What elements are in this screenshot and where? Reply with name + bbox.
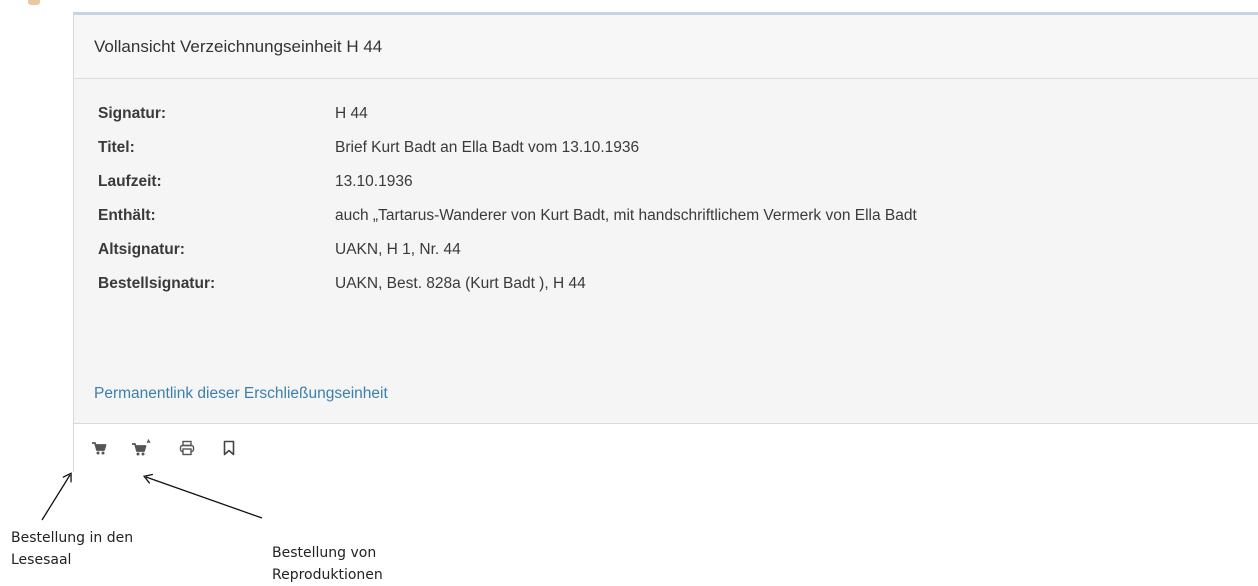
row-value: UAKN, H 1, Nr. 44 bbox=[335, 241, 461, 258]
row-label: Bestellsignatur: bbox=[98, 275, 216, 292]
annotation-reproduction-line1: Bestellung von bbox=[272, 545, 377, 561]
action-toolbar bbox=[74, 423, 1258, 472]
arrow-reproduction bbox=[146, 477, 263, 519]
permalink-link[interactable]: Permanentlink dieser Erschließungseinhei… bbox=[94, 385, 388, 403]
panel-body: Signatur: H 44 Titel: Brief Kurt Badt an… bbox=[74, 79, 1258, 301]
bookmark-icon[interactable] bbox=[219, 438, 239, 458]
detail-panel: Vollansicht Verzeichnungseinheit H 44 Si… bbox=[73, 12, 1258, 472]
panel-title: Vollansicht Verzeichnungseinheit H 44 bbox=[94, 36, 383, 56]
row-label: Enthält: bbox=[98, 207, 156, 224]
row-label: Titel: bbox=[98, 139, 135, 156]
table-row: Altsignatur: UAKN, H 1, Nr. 44 bbox=[98, 233, 917, 267]
row-label: Laufzeit: bbox=[98, 173, 162, 190]
row-label: Altsignatur: bbox=[98, 241, 185, 258]
arrow-reading-room bbox=[41, 475, 70, 521]
cart-reproduction-icon[interactable] bbox=[131, 438, 151, 458]
annotation-reading-room: Bestellung in den Lesesaal bbox=[11, 527, 133, 571]
panel-header: Vollansicht Verzeichnungseinheit H 44 bbox=[74, 15, 1258, 79]
row-value: Brief Kurt Badt an Ella Badt vom 13.10.1… bbox=[335, 139, 640, 156]
row-label: Signatur: bbox=[98, 105, 167, 122]
row-value: UAKN, Best. 828a (Kurt Badt ), H 44 bbox=[335, 275, 586, 292]
row-value: auch „Tartarus-Wanderer von Kurt Badt, m… bbox=[335, 207, 917, 224]
table-row: Laufzeit: 13.10.1936 bbox=[98, 165, 917, 199]
cart-icon[interactable] bbox=[89, 438, 109, 458]
table-row: Titel: Brief Kurt Badt an Ella Badt vom … bbox=[98, 131, 917, 165]
annotation-reproduction: Bestellung von Reproduktionen bbox=[272, 542, 383, 586]
row-value: 13.10.1936 bbox=[335, 173, 413, 190]
table-row: Enthält: auch „Tartarus-Wanderer von Kur… bbox=[98, 199, 917, 233]
annotation-reading-room-line1: Bestellung in den bbox=[11, 530, 134, 546]
top-accent bbox=[28, 0, 40, 5]
annotation-reproduction-line2: Reproduktionen bbox=[272, 567, 383, 583]
print-icon[interactable] bbox=[177, 438, 197, 458]
table-row: Signatur: H 44 bbox=[98, 97, 917, 131]
metadata-table: Signatur: H 44 Titel: Brief Kurt Badt an… bbox=[98, 97, 917, 301]
annotation-reading-room-line2: Lesesaal bbox=[11, 552, 72, 568]
row-value: H 44 bbox=[335, 105, 368, 122]
page: Vollansicht Verzeichnungseinheit H 44 Si… bbox=[0, 0, 1258, 586]
table-row: Bestellsignatur: UAKN, Best. 828a (Kurt … bbox=[98, 267, 917, 301]
